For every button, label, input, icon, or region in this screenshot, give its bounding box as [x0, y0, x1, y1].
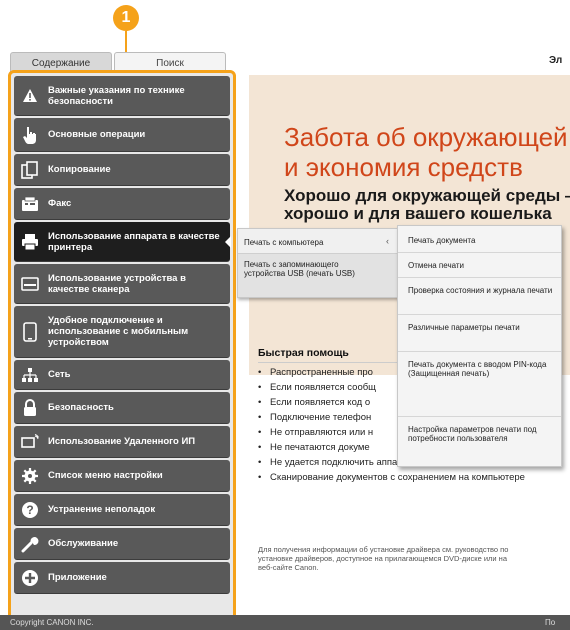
sidebar-item-remote-ui[interactable]: Использование Удаленного ИП — [14, 426, 230, 458]
divider — [238, 253, 398, 254]
sidebar-item-label: Сеть — [48, 369, 71, 380]
scanner-icon — [20, 274, 40, 294]
sidebar-item-maintenance[interactable]: Обслуживание — [14, 528, 230, 560]
network-icon — [20, 365, 40, 385]
page-title: Эл — [549, 55, 563, 66]
divider — [398, 351, 561, 352]
sidebar-item-network[interactable]: Сеть — [14, 360, 230, 390]
sidebar-item-label: Основные операции — [48, 129, 146, 140]
hero-title-line: и экономия средств — [284, 152, 523, 182]
sidebar-item-label: Приложение — [48, 572, 107, 583]
submenu-item-print-settings[interactable]: Различные параметры печати — [408, 323, 553, 332]
svg-text:?: ? — [26, 503, 33, 517]
sidebar-item-label: Факс — [48, 198, 72, 209]
sidebar-item-troubleshooting[interactable]: ? Устранение неполадок — [14, 494, 230, 526]
sidebar-item-basic[interactable]: Основные операции — [14, 118, 230, 152]
copy-icon — [20, 160, 40, 180]
sidebar-item-label: Копирование — [48, 164, 111, 175]
lock-icon — [20, 398, 40, 418]
sidebar: Важные указания по технике безопасности … — [8, 70, 236, 621]
hero-subtitle: Хорошо для окружающей среды — хорошо и д… — [284, 187, 570, 223]
fax-icon — [20, 194, 40, 214]
submenu-item-print-from-computer[interactable]: Печать с компьютера — [244, 238, 323, 247]
sidebar-item-label: Устранение неполадок — [48, 504, 156, 515]
submenu-item-usb-print[interactable]: Печать с запоминающего устройства USB (п… — [244, 260, 374, 278]
remote-ui-icon — [20, 432, 40, 452]
driver-note: Для получения информации об установке др… — [258, 545, 509, 572]
sidebar-item-settings-menu[interactable]: Список меню настройки — [14, 460, 230, 492]
submenu-item-print-document[interactable]: Печать документа — [408, 236, 553, 245]
quick-help-link[interactable]: Сканирование документов с сохранением на… — [258, 470, 538, 485]
submenu-item-secure-print[interactable]: Печать документа с вводом PIN-кода (Защи… — [408, 360, 553, 378]
quick-help-title: Быстрая помощь — [258, 347, 349, 359]
submenu-item-check-status[interactable]: Проверка состояния и журнала печати — [408, 286, 553, 295]
hero-title: Забота об окружающей и экономия средств — [284, 122, 568, 182]
sidebar-item-appendix[interactable]: Приложение — [14, 562, 230, 594]
sidebar-item-scanner[interactable]: Использование устройства в качестве скан… — [14, 264, 230, 304]
callout-marker: 1 — [113, 5, 139, 31]
sidebar-item-copy[interactable]: Копирование — [14, 154, 230, 186]
sidebar-item-label: Использование Удаленного ИП — [48, 436, 196, 447]
chevron-left-icon: ‹ — [386, 236, 389, 246]
sidebar-item-printer[interactable]: Использование аппарата в качестве принте… — [14, 222, 231, 262]
submenu-print-from-computer: Печать документа Отмена печати Проверка … — [397, 225, 562, 467]
hand-icon — [20, 125, 40, 145]
hero-subtitle-line: Хорошо для окружающей среды — — [284, 186, 570, 205]
wrench-icon — [20, 534, 40, 554]
sidebar-item-label: Важные указания по технике безопасности — [48, 84, 185, 107]
sidebar-item-label: Безопасность — [48, 402, 114, 413]
submenu-printer: Печать с компьютера ‹ Печать с запоминаю… — [237, 228, 399, 298]
sidebar-item-label: Удобное подключение и использование с мо… — [48, 315, 189, 348]
divider — [398, 314, 561, 315]
mobile-icon — [20, 321, 40, 342]
sidebar-item-label: Использование аппарата в качестве принте… — [48, 230, 220, 253]
submenu-item-custom-settings[interactable]: Настройка параметров печати под потребно… — [408, 425, 553, 443]
submenu-item-cancel-print[interactable]: Отмена печати — [408, 261, 553, 270]
warning-icon — [20, 86, 40, 106]
sidebar-item-label: Обслуживание — [48, 538, 119, 549]
hero-title-line: Забота об окружающей — [284, 122, 568, 152]
sidebar-item-label: Использование устройства в качестве скан… — [48, 272, 186, 295]
footer-right-text: По — [545, 618, 556, 627]
divider — [398, 416, 561, 417]
sidebar-item-security[interactable]: Безопасность — [14, 392, 230, 424]
gear-icon — [20, 466, 40, 486]
divider — [398, 277, 561, 278]
plus-icon — [20, 568, 40, 588]
sidebar-item-fax[interactable]: Факс — [14, 188, 230, 220]
divider — [398, 252, 561, 253]
hero-subtitle-line: хорошо и для вашего кошелька — [284, 204, 552, 223]
sidebar-item-safety[interactable]: Важные указания по технике безопасности — [14, 76, 230, 116]
copyright: Copyright CANON INC. — [10, 618, 94, 627]
help-icon: ? — [20, 500, 40, 520]
printer-icon — [20, 232, 40, 252]
sidebar-item-mobile[interactable]: Удобное подключение и использование с мо… — [14, 306, 230, 358]
sidebar-item-label: Список меню настройки — [48, 470, 163, 481]
